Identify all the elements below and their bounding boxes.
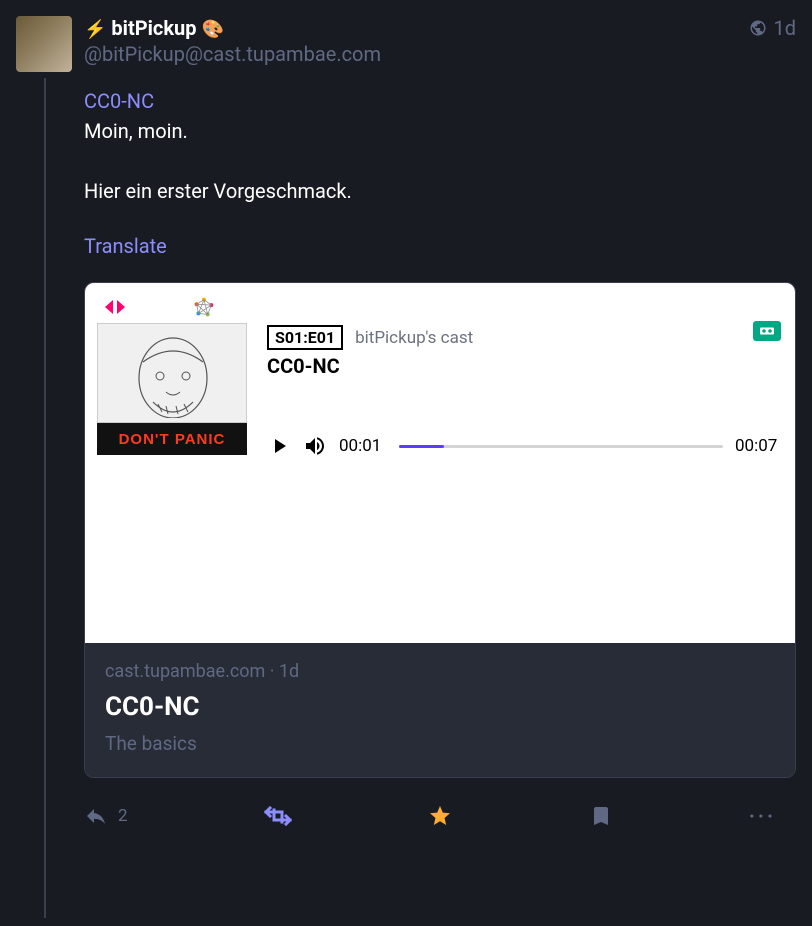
thread-line [44,78,46,918]
author-block[interactable]: ⚡ bitPickup 🎨 @bitPickup@cast.tupambae.c… [84,16,749,66]
bookmark-button[interactable] [589,804,613,828]
avatar-column [16,16,84,838]
activitypub-icon [103,298,133,316]
reply-button[interactable]: 2 [84,804,128,828]
hashtag-link[interactable]: CC0-NC [84,89,154,113]
star-icon [428,804,452,828]
cover-band: DON'T PANIC [97,423,247,455]
post-timestamp[interactable]: 1d [773,16,796,40]
embed-info: S01:E01 bitPickup's cast CC0-NC 00:01 [267,323,783,458]
content-line-2: Hier ein erster Vorgeschmack. [84,179,352,203]
content-line-1: Moin, moin. [84,119,188,143]
card-source: cast.tupambae.com · 1d [105,661,775,682]
volume-icon [303,434,327,458]
cover-sketch [97,323,247,423]
translate-button[interactable]: Translate [84,234,167,258]
audio-player: 00:01 00:07 [267,434,783,458]
card-source-age: 1d [279,661,299,682]
duration: 00:07 [735,436,783,456]
card-description: The basics [105,732,775,755]
play-button[interactable] [267,434,291,458]
progress-bar[interactable] [399,445,723,448]
emoji-suffix: 🎨 [201,19,223,40]
card-source-sep: · [270,661,279,682]
cast-label: bitPickup's cast [355,328,473,348]
action-bar: 2 ··· [84,800,784,838]
embed-logos [97,295,783,323]
fediverse-icon [193,296,215,318]
post-meta: 1d [749,16,796,40]
author-handle: @bitPickup@cast.tupambae.com [84,42,749,66]
display-name-text: bitPickup [111,16,196,40]
boost-button[interactable] [264,805,292,827]
avatar-image [16,16,72,72]
globe-icon [749,19,767,37]
reply-count: 2 [118,806,128,826]
card-meta: cast.tupambae.com · 1d CC0-NC The basics [85,643,795,777]
episode-badge: S01:E01 [267,325,343,350]
post-content: CC0-NC Moin, moin. Hier ein erster Vorge… [84,86,796,206]
post-body: ⚡ bitPickup 🎨 @bitPickup@cast.tupambae.c… [84,16,796,838]
embed-info-top: S01:E01 bitPickup's cast [267,325,783,350]
bookmark-icon [589,804,613,828]
embed-title: CC0-NC [267,354,783,378]
cover-band-text: DON'T PANIC [119,431,226,448]
progress-fill [399,445,444,448]
volume-button[interactable] [303,434,327,458]
current-time: 00:01 [339,436,387,456]
cassette-icon [753,321,781,341]
embed-body: DON'T PANIC S01:E01 bitPickup's cast CC0… [97,323,783,458]
post-header: ⚡ bitPickup 🎨 @bitPickup@cast.tupambae.c… [84,16,796,66]
boost-icon [264,805,292,827]
podcast-embed: DON'T PANIC S01:E01 bitPickup's cast CC0… [85,283,795,643]
card-title: CC0-NC [105,692,775,722]
emoji-prefix: ⚡ [84,19,106,40]
card-source-domain: cast.tupambae.com [105,661,265,682]
display-name: ⚡ bitPickup 🎨 [84,16,749,40]
more-button[interactable]: ··· [749,804,776,828]
play-icon [267,434,291,458]
link-card[interactable]: DON'T PANIC S01:E01 bitPickup's cast CC0… [84,282,796,778]
cover-art: DON'T PANIC [97,323,247,458]
avatar[interactable] [16,16,72,72]
reply-icon [84,804,108,828]
favorite-button[interactable] [428,804,452,828]
post: ⚡ bitPickup 🎨 @bitPickup@cast.tupambae.c… [0,0,812,846]
